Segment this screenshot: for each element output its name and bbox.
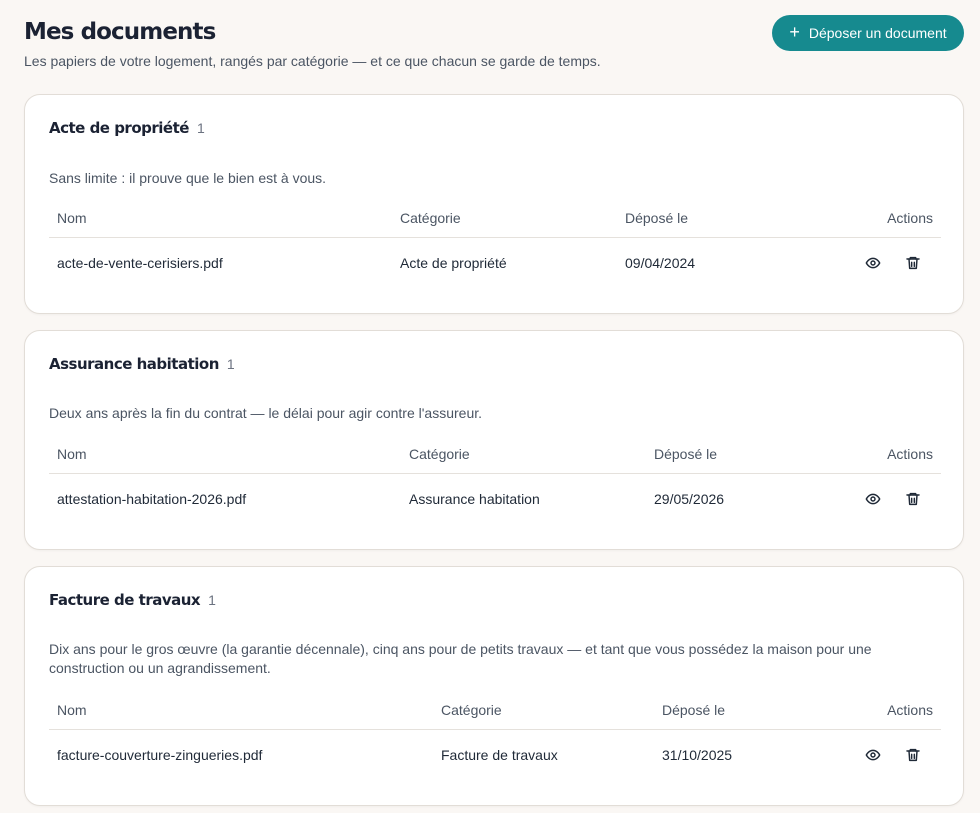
- page-header: Mes documents Les papiers de votre logem…: [24, 15, 964, 77]
- view-document-button[interactable]: [861, 743, 885, 767]
- document-category: Assurance habitation: [409, 491, 540, 508]
- document-actions: [794, 729, 941, 781]
- section-count: 1: [226, 356, 235, 372]
- section-assurance-habitation: Assurance habitation 1 Deux ans après la…: [24, 330, 964, 550]
- section-header: Acte de propriété 1: [49, 119, 205, 137]
- trash-icon: [906, 257, 920, 270]
- delete-document-button[interactable]: [901, 251, 925, 275]
- documents-table: Nom Catégorie Déposé le Actions acte-de-…: [49, 199, 941, 289]
- document-date: 29/05/2026: [654, 491, 725, 508]
- document-name: facture-couverture-zingueries.pdf: [57, 747, 263, 764]
- document-category: Acte de propriété: [400, 255, 507, 272]
- plus-icon: +: [789, 22, 800, 42]
- document-date: 09/04/2024: [625, 255, 696, 272]
- eye-icon: [865, 257, 881, 269]
- table-header-row: Nom Catégorie Déposé le Actions: [49, 435, 941, 474]
- section-description: Sans limite : il prouve que le bien est …: [49, 170, 327, 186]
- page-subtitle: Les papiers de votre logement, rangés pa…: [24, 53, 601, 69]
- column-header-date: Déposé le: [617, 199, 757, 238]
- column-header-date: Déposé le: [654, 691, 794, 730]
- documents-table: Nom Catégorie Déposé le Actions attestat…: [49, 435, 941, 525]
- trash-icon: [906, 493, 920, 506]
- section-count: 1: [196, 120, 205, 136]
- section-title: Assurance habitation: [49, 355, 219, 373]
- table-row: attestation-habitation-2026.pdf Assuranc…: [49, 473, 941, 525]
- document-date: 31/10/2025: [662, 747, 733, 764]
- view-document-button[interactable]: [861, 487, 885, 511]
- section-description: Dix ans pour le gros œuvre (la garantie …: [49, 641, 872, 676]
- documents-page: Mes documents Les papiers de votre logem…: [0, 0, 980, 813]
- column-header-name: Nom: [49, 691, 433, 730]
- document-name: attestation-habitation-2026.pdf: [57, 491, 247, 508]
- trash-icon: [906, 749, 920, 762]
- column-header-category: Catégorie: [401, 435, 646, 474]
- document-name: acte-de-vente-cerisiers.pdf: [57, 255, 223, 272]
- view-document-button[interactable]: [861, 251, 885, 275]
- delete-document-button[interactable]: [901, 487, 925, 511]
- document-category: Facture de travaux: [441, 747, 558, 764]
- section-title: Acte de propriété: [49, 119, 189, 137]
- document-actions: [757, 237, 941, 289]
- section-acte-de-propriete: Acte de propriété 1 Sans limite : il pro…: [24, 94, 964, 314]
- section-header: Assurance habitation 1: [49, 355, 235, 373]
- upload-document-button[interactable]: + Déposer un document: [772, 15, 964, 51]
- section-header: Facture de travaux 1: [49, 591, 216, 609]
- column-header-actions: Actions: [757, 199, 941, 238]
- column-header-name: Nom: [49, 435, 401, 474]
- table-header-row: Nom Catégorie Déposé le Actions: [49, 691, 941, 730]
- section-title: Facture de travaux: [49, 591, 201, 609]
- upload-document-label: Déposer un document: [808, 25, 947, 41]
- documents-table: Nom Catégorie Déposé le Actions facture-…: [49, 691, 941, 781]
- table-row: facture-couverture-zingueries.pdf Factur…: [49, 729, 941, 781]
- column-header-category: Catégorie: [433, 691, 654, 730]
- column-header-actions: Actions: [786, 435, 941, 474]
- column-header-category: Catégorie: [392, 199, 617, 238]
- section-count: 1: [208, 592, 216, 608]
- section-description: Deux ans après la fin du contrat — le dé…: [49, 405, 483, 421]
- column-header-name: Nom: [49, 199, 392, 238]
- column-header-actions: Actions: [794, 691, 941, 730]
- document-actions: [786, 473, 941, 525]
- table-row: acte-de-vente-cerisiers.pdf Acte de prop…: [49, 237, 941, 289]
- eye-icon: [865, 749, 881, 761]
- table-header-row: Nom Catégorie Déposé le Actions: [49, 199, 941, 238]
- column-header-date: Déposé le: [646, 435, 786, 474]
- section-facture-de-travaux: Facture de travaux 1 Dix ans pour le gro…: [24, 566, 964, 806]
- delete-document-button[interactable]: [901, 743, 925, 767]
- eye-icon: [865, 493, 881, 505]
